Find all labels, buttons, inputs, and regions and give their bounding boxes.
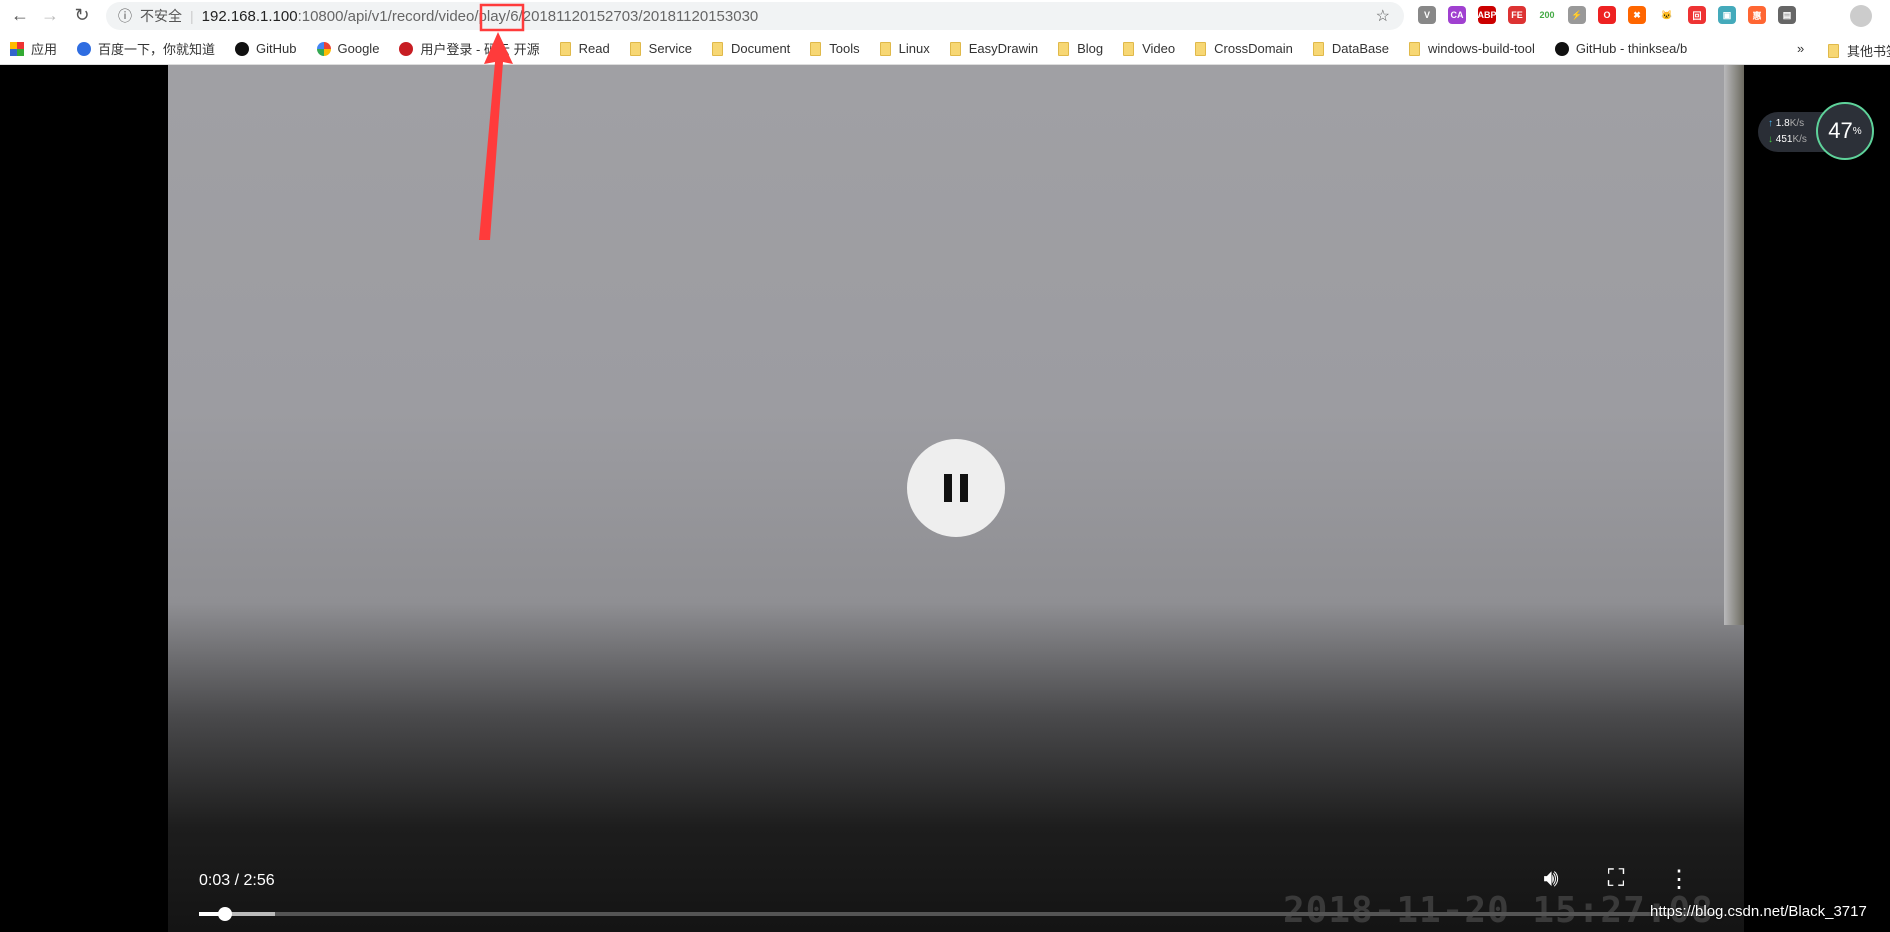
volume-icon[interactable]: 🔊︎ <box>1536 865 1566 893</box>
annotation-arrow-shape <box>479 32 513 240</box>
progress-thumb[interactable] <box>217 907 232 921</box>
annotation-box <box>479 3 525 32</box>
watermark: https://blog.csdn.net/Black_3717 <box>1650 903 1867 920</box>
annotation-arrow <box>479 3 525 240</box>
progress-bar[interactable] <box>199 907 1715 921</box>
fullscreen-icon[interactable]: ⛶ <box>1601 865 1631 893</box>
pause-button[interactable] <box>907 439 1005 537</box>
time-display: 0:03 / 2:56 <box>199 872 275 889</box>
more-options-icon[interactable]: ⋮ <box>1664 865 1694 894</box>
